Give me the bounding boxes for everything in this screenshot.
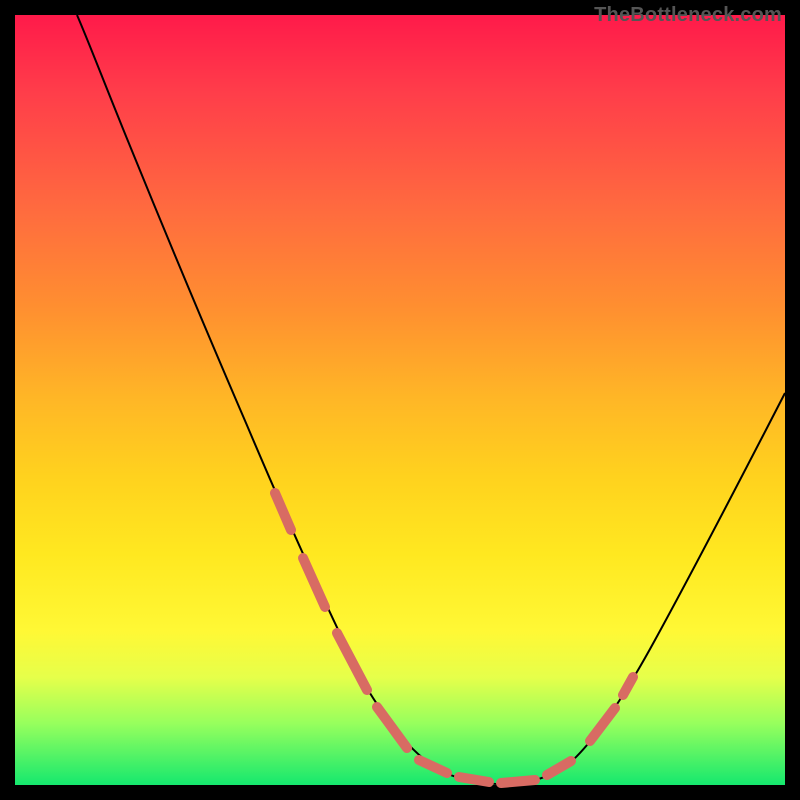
highlight-dash xyxy=(275,493,291,530)
bottleneck-curve xyxy=(77,15,785,784)
highlight-dash xyxy=(590,708,615,741)
plot-area xyxy=(15,15,785,785)
highlight-dash xyxy=(459,777,489,782)
chart-frame: TheBottleneck.com xyxy=(0,0,800,800)
highlight-dash xyxy=(337,633,367,690)
watermark-text: TheBottleneck.com xyxy=(594,4,782,27)
curve-layer xyxy=(15,15,785,785)
highlight-dash xyxy=(547,761,571,775)
highlight-dash xyxy=(303,558,325,607)
highlight-dash xyxy=(623,677,633,695)
highlight-dash xyxy=(377,707,407,748)
highlight-dash xyxy=(419,760,447,773)
highlight-dash xyxy=(501,780,535,783)
